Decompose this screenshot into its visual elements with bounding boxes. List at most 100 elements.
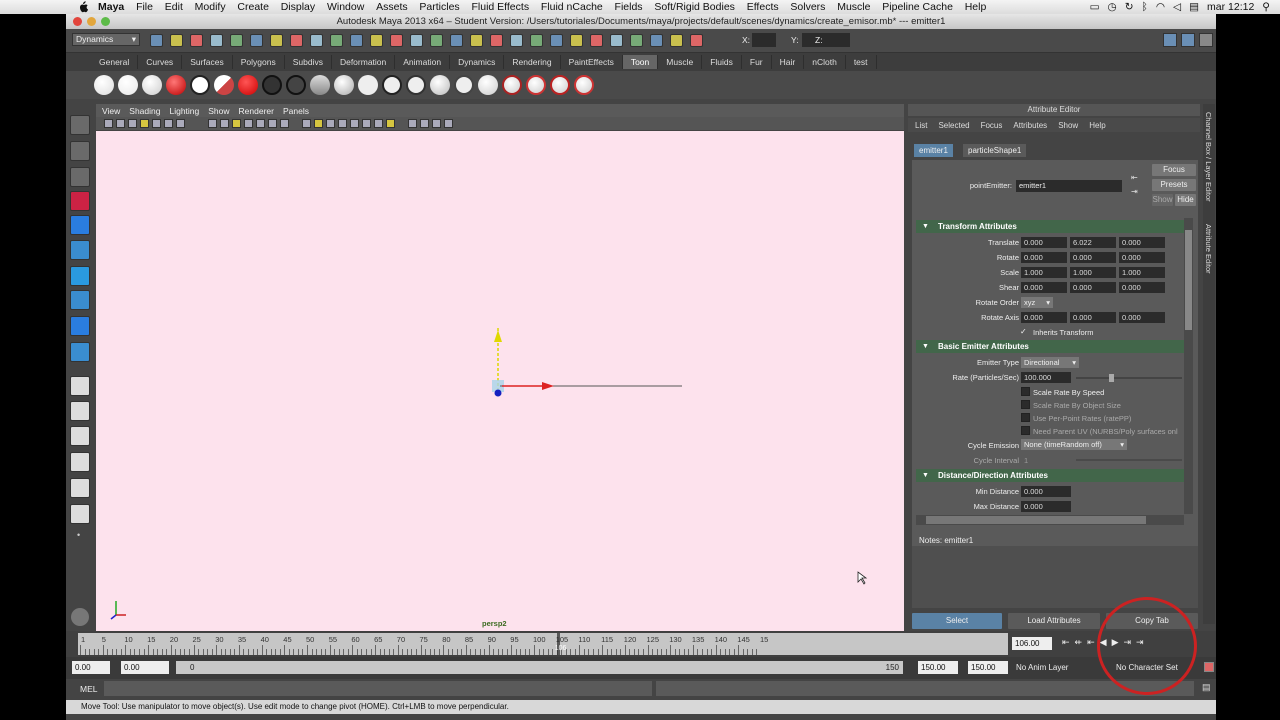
scale-field-y[interactable]: 1.000 — [1070, 267, 1116, 278]
viewport-tool-icon[interactable] — [208, 119, 217, 128]
status-tool-icon[interactable] — [410, 34, 423, 47]
status-tool-icon[interactable] — [590, 34, 603, 47]
shelf-tool-icon[interactable] — [262, 75, 282, 95]
paint-select-icon[interactable] — [70, 167, 90, 187]
shelf-tool-icon[interactable] — [574, 75, 594, 95]
need-uv-checkbox[interactable] — [1021, 426, 1030, 435]
attribute-editor-toggle-icon[interactable] — [1181, 33, 1195, 47]
menu-modify[interactable]: Modify — [195, 1, 226, 13]
viewport-tool-icon[interactable] — [164, 119, 173, 128]
close-icon[interactable] — [73, 17, 82, 26]
soft-mod-icon[interactable] — [70, 290, 90, 310]
viewport-tool-icon[interactable] — [128, 119, 137, 128]
translate-field-y[interactable]: 6.022 — [1070, 237, 1116, 248]
shelf-tab-fur[interactable]: Fur — [742, 55, 772, 69]
ae-menu-list[interactable]: List — [915, 121, 927, 130]
lasso-tool-icon[interactable] — [70, 141, 90, 161]
status-tool-icon[interactable] — [690, 34, 703, 47]
ae-menu-show[interactable]: Show — [1058, 121, 1078, 130]
status-tool-icon[interactable] — [230, 34, 243, 47]
viewport-tool-icon[interactable] — [232, 119, 241, 128]
viewport-tool-icon[interactable] — [408, 119, 417, 128]
shelf-tab-curves[interactable]: Curves — [138, 55, 183, 69]
viewport-tool-icon[interactable] — [256, 119, 265, 128]
viewport-tool-icon[interactable] — [302, 119, 311, 128]
status-tool-icon[interactable] — [450, 34, 463, 47]
apple-icon[interactable] — [77, 1, 89, 13]
menu-assets[interactable]: Assets — [376, 1, 408, 13]
section-transform[interactable]: Transform Attributes — [916, 220, 1184, 233]
minimize-icon[interactable] — [87, 17, 96, 26]
viewport-tool-icon[interactable] — [268, 119, 277, 128]
status-tool-icon[interactable] — [250, 34, 263, 47]
shelf-tool-icon[interactable] — [382, 75, 402, 95]
wifi-icon[interactable]: ◠ — [1156, 1, 1165, 13]
cycle-interval-slider[interactable] — [1076, 459, 1182, 461]
load-attributes-button[interactable]: Load Attributes — [1008, 613, 1100, 629]
scale-speed-checkbox[interactable] — [1021, 387, 1030, 396]
shelf-tab-deformation[interactable]: Deformation — [332, 55, 396, 69]
shelf-tool-icon[interactable] — [550, 75, 570, 95]
menu-edit[interactable]: Edit — [165, 1, 183, 13]
shelf-tab-muscle[interactable]: Muscle — [658, 55, 703, 69]
shelf-tool-icon[interactable] — [310, 75, 330, 95]
select-button[interactable]: Select — [912, 613, 1002, 629]
anim-layer-dropdown[interactable]: No Anim Layer — [1012, 661, 1090, 674]
shear-field-z[interactable]: 0.000 — [1119, 282, 1165, 293]
flag-icon[interactable]: ▤ — [1189, 1, 1199, 13]
menu-fluid-ncache[interactable]: Fluid nCache — [541, 1, 603, 13]
shelf-tool-icon[interactable] — [334, 75, 354, 95]
move-tool-icon[interactable] — [70, 191, 90, 211]
shelf-tab-surfaces[interactable]: Surfaces — [182, 55, 233, 69]
vp-menu-shading[interactable]: Shading — [129, 106, 160, 116]
viewport-tool-icon[interactable] — [444, 119, 453, 128]
menu-fields[interactable]: Fields — [615, 1, 643, 13]
menu-solvers[interactable]: Solvers — [790, 1, 825, 13]
status-tool-icon[interactable] — [530, 34, 543, 47]
menu-app[interactable]: Maya — [98, 1, 124, 13]
curve-tool-icon[interactable] — [70, 342, 90, 362]
shelf-tool-icon[interactable] — [454, 75, 474, 95]
shelf-tab-polygons[interactable]: Polygons — [233, 55, 285, 69]
ae-vscroll-thumb[interactable] — [1185, 230, 1192, 330]
status-tool-icon[interactable] — [190, 34, 203, 47]
viewport-tool-icon[interactable] — [420, 119, 429, 128]
output-arrow-icon[interactable]: ⇥ — [1131, 187, 1141, 197]
z-field[interactable] — [824, 33, 850, 47]
viewport-tool-icon[interactable] — [244, 119, 253, 128]
node-name-field[interactable]: emitter1 — [1016, 180, 1122, 192]
shear-field-x[interactable]: 0.000 — [1021, 282, 1067, 293]
scale-field-x[interactable]: 1.000 — [1021, 267, 1067, 278]
status-tool-icon[interactable] — [210, 34, 223, 47]
scale-field-z[interactable]: 1.000 — [1119, 267, 1165, 278]
status-tool-icon[interactable] — [310, 34, 323, 47]
spotlight-icon[interactable]: ⚲ — [1262, 1, 1270, 13]
status-tool-icon[interactable] — [490, 34, 503, 47]
viewport-tool-icon[interactable] — [152, 119, 161, 128]
layout-four-icon[interactable] — [70, 401, 90, 421]
menu-display[interactable]: Display — [281, 1, 315, 13]
shelf-tab-hair[interactable]: Hair — [772, 55, 805, 69]
y-arrow-icon[interactable] — [494, 330, 502, 342]
vp-menu-lighting[interactable]: Lighting — [169, 106, 199, 116]
show-button[interactable]: Show — [1152, 194, 1173, 206]
status-tool-icon[interactable] — [470, 34, 483, 47]
rotate-field-z[interactable]: 0.000 — [1119, 252, 1165, 263]
ae-hscroll-thumb[interactable] — [926, 516, 1146, 524]
status-tool-icon[interactable] — [350, 34, 363, 47]
rotate-field-x[interactable]: 0.000 — [1021, 252, 1067, 263]
section-distance[interactable]: Distance/Direction Attributes — [916, 469, 1184, 482]
vp-menu-renderer[interactable]: Renderer — [239, 106, 274, 116]
status-tool-icon[interactable] — [390, 34, 403, 47]
rotate-axis-field-y[interactable]: 0.000 — [1070, 312, 1116, 323]
shear-field-y[interactable]: 0.000 — [1070, 282, 1116, 293]
layout-more-icon[interactable]: • — [77, 530, 80, 540]
go-to-start-icon[interactable]: ⇤ — [1062, 637, 1075, 647]
scale-size-checkbox[interactable] — [1021, 400, 1030, 409]
inherits-checkbox[interactable]: ✓ — [1020, 327, 1027, 336]
sync-icon[interactable]: ↻ — [1125, 1, 1134, 13]
viewport-tool-icon[interactable] — [104, 119, 113, 128]
viewport-tool-icon[interactable] — [362, 119, 371, 128]
status-tool-icon[interactable] — [430, 34, 443, 47]
tab-emitter1[interactable]: emitter1 — [914, 144, 953, 157]
